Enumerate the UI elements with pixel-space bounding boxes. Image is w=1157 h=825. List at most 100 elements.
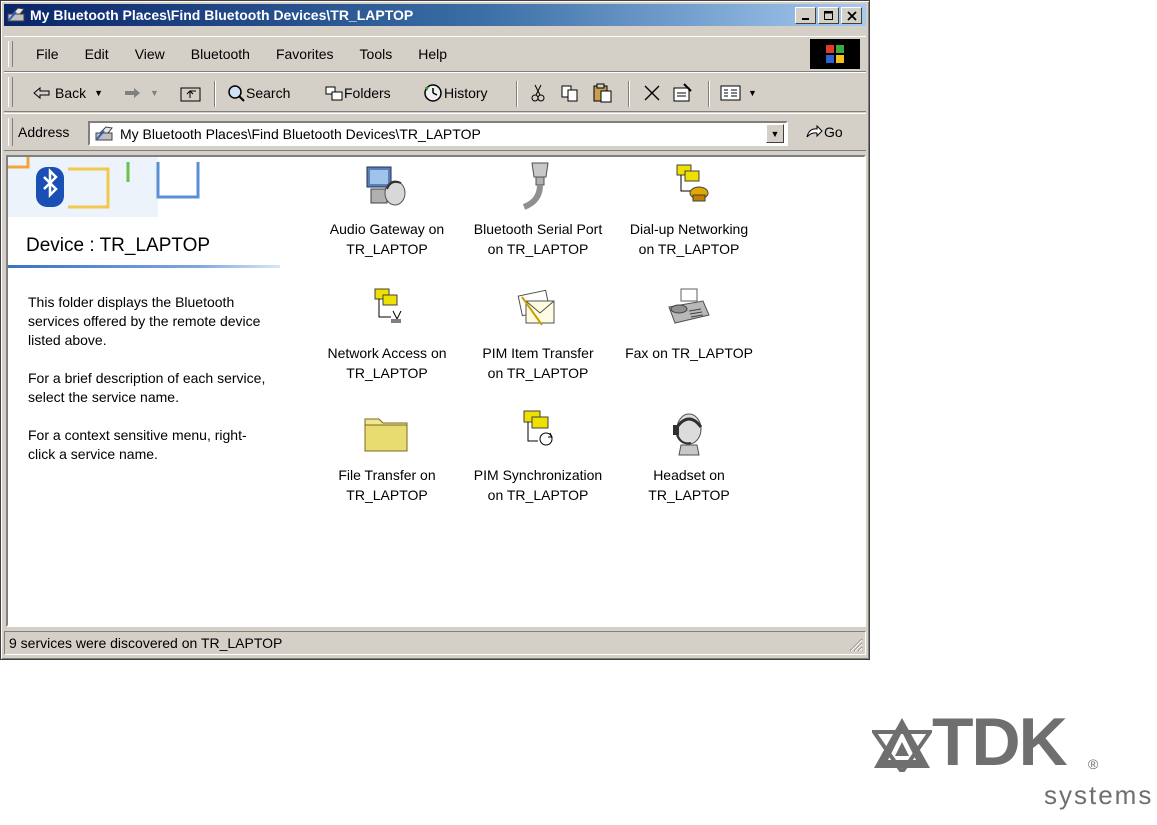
chevron-down-icon: ▼ xyxy=(770,128,780,139)
history-icon xyxy=(424,84,442,102)
window-title: My Bluetooth Places\Find Bluetooth Devic… xyxy=(30,7,414,23)
search-icon xyxy=(228,85,245,102)
forward-arrow-icon xyxy=(125,88,140,98)
fax-icon xyxy=(668,288,710,324)
menu-help[interactable]: Help xyxy=(404,46,459,62)
service-label: Fax on TR_LAPTOP xyxy=(625,345,753,361)
address-bar-grip[interactable] xyxy=(8,118,13,146)
copy-icon xyxy=(561,85,578,102)
resize-grip-icon[interactable] xyxy=(847,636,863,652)
windows-logo xyxy=(810,39,860,69)
service-label: Network Access on xyxy=(327,345,447,361)
maximize-button[interactable] xyxy=(818,7,839,24)
tdk-systems-logo: TDK ® systems xyxy=(872,708,1152,818)
service-label: TR_LAPTOP xyxy=(346,241,428,257)
back-button[interactable]: Back ▼ xyxy=(32,81,103,105)
up-folder-button[interactable] xyxy=(180,81,202,105)
copy-button[interactable] xyxy=(560,81,580,105)
panel-description: This folder displays the Bluetooth servi… xyxy=(28,293,268,483)
address-label: Address xyxy=(18,124,70,140)
description-paragraph: This folder displays the Bluetooth servi… xyxy=(28,294,261,348)
logo-subtitle: systems xyxy=(1044,780,1154,810)
status-text: 9 services were discovered on TR_LAPTOP xyxy=(9,635,283,651)
paste-button[interactable] xyxy=(592,81,614,105)
service-bluetooth-serial-port[interactable]: Bluetooth Serial Port on TR_LAPTOP xyxy=(463,161,613,259)
forward-dropdown-icon[interactable]: ▼ xyxy=(150,88,159,98)
back-arrow-icon xyxy=(33,86,50,100)
service-label: TR_LAPTOP xyxy=(346,365,428,381)
forward-button[interactable]: ▼ xyxy=(122,81,159,105)
network-access-icon xyxy=(374,288,402,323)
views-icon xyxy=(720,85,741,101)
audio-gateway-icon xyxy=(366,166,406,206)
views-button[interactable]: ▼ xyxy=(720,81,757,105)
service-pim-synchronization[interactable]: PIM Synchronization on TR_LAPTOP xyxy=(463,407,613,505)
menu-bar: File Edit View Bluetooth Favorites Tools… xyxy=(4,36,866,72)
service-dial-up-networking[interactable]: Dial-up Networking on TR_LAPTOP xyxy=(614,161,764,259)
tdk-emblem-icon xyxy=(872,718,932,772)
up-folder-icon xyxy=(180,87,201,102)
title-bar[interactable]: My Bluetooth Places\Find Bluetooth Devic… xyxy=(4,4,866,26)
back-label: Back xyxy=(55,85,87,101)
minimize-icon xyxy=(801,17,809,20)
paste-icon xyxy=(593,83,612,103)
description-paragraph: For a context sensitive menu, right-clic… xyxy=(28,427,247,462)
service-label: on TR_LAPTOP xyxy=(487,487,589,503)
delete-button[interactable] xyxy=(642,81,662,105)
service-label: Dial-up Networking xyxy=(629,221,749,237)
web-view-panel: Device : TR_LAPTOP This folder displays … xyxy=(8,157,283,625)
history-label: History xyxy=(444,85,488,101)
bluetooth-places-icon xyxy=(7,7,25,22)
service-label: on TR_LAPTOP xyxy=(638,241,740,257)
service-label: Bluetooth Serial Port xyxy=(473,221,603,237)
go-arrow-icon xyxy=(806,124,823,138)
search-button[interactable]: Search xyxy=(226,81,290,105)
service-pim-item-transfer[interactable]: PIM Item Transfer on TR_LAPTOP xyxy=(463,285,613,383)
go-button[interactable]: Go xyxy=(804,124,843,140)
cut-button[interactable] xyxy=(528,81,548,105)
service-fax[interactable]: Fax on TR_LAPTOP xyxy=(614,285,764,363)
minimize-button[interactable] xyxy=(795,7,816,24)
menu-view[interactable]: View xyxy=(121,46,177,62)
title-underline xyxy=(8,265,280,268)
close-icon xyxy=(846,10,857,21)
serial-port-icon xyxy=(522,162,549,210)
bluetooth-places-icon xyxy=(95,125,113,140)
service-label: TR_LAPTOP xyxy=(648,487,730,503)
menu-edit[interactable]: Edit xyxy=(71,46,121,62)
menu-favorites[interactable]: Favorites xyxy=(262,46,346,62)
service-label: on TR_LAPTOP xyxy=(487,365,589,381)
close-button[interactable] xyxy=(841,7,862,24)
toolbar-separator xyxy=(214,81,216,107)
description-paragraph: For a brief description of each service,… xyxy=(28,370,266,405)
folders-button[interactable]: Folders xyxy=(324,81,391,105)
service-headset[interactable]: Headset on TR_LAPTOP xyxy=(614,407,764,505)
address-input[interactable]: My Bluetooth Places\Find Bluetooth Devic… xyxy=(88,121,788,146)
cut-icon xyxy=(531,84,545,102)
service-label: File Transfer on xyxy=(338,467,436,483)
menu-tools[interactable]: Tools xyxy=(346,46,405,62)
menu-bar-grip[interactable] xyxy=(8,41,13,67)
headset-icon xyxy=(673,413,703,456)
menu-bluetooth[interactable]: Bluetooth xyxy=(177,46,262,62)
go-label: Go xyxy=(824,124,843,140)
toolbar-separator xyxy=(516,81,518,107)
folder-view: Device : TR_LAPTOP This folder displays … xyxy=(6,155,866,627)
service-network-access[interactable]: Network Access on TR_LAPTOP xyxy=(312,285,462,383)
toolbar-separator xyxy=(708,81,710,107)
dialup-networking-icon xyxy=(676,164,709,202)
history-button[interactable]: History xyxy=(422,81,488,105)
service-label: Audio Gateway on xyxy=(329,221,445,237)
properties-button[interactable] xyxy=(672,81,694,105)
folders-label: Folders xyxy=(344,85,391,101)
pim-item-transfer-icon xyxy=(517,289,555,326)
address-dropdown-button[interactable]: ▼ xyxy=(766,124,784,143)
back-dropdown-icon[interactable]: ▼ xyxy=(94,88,103,98)
service-audio-gateway[interactable]: Audio Gateway on TR_LAPTOP xyxy=(312,161,462,259)
explorer-window: My Bluetooth Places\Find Bluetooth Devic… xyxy=(0,0,870,660)
delete-icon xyxy=(644,85,660,101)
menu-file[interactable]: File xyxy=(20,46,71,62)
service-file-transfer[interactable]: File Transfer on TR_LAPTOP xyxy=(312,407,462,505)
toolbar-grip[interactable] xyxy=(8,77,13,107)
views-dropdown-icon[interactable]: ▼ xyxy=(748,88,757,98)
